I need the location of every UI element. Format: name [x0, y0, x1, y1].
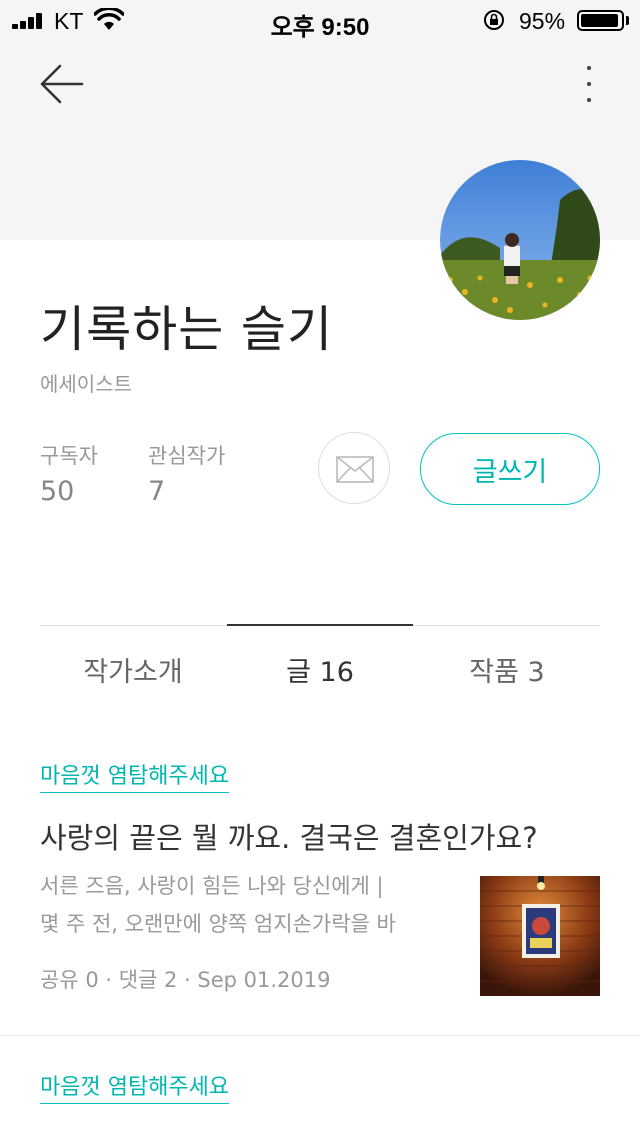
- subscribers-count: 50: [40, 476, 75, 507]
- write-button[interactable]: 글쓰기: [420, 433, 600, 505]
- article-excerpt-line-1: 서른 즈음, 사랑이 힘든 나와 당신에게 |: [40, 874, 384, 898]
- more-menu-icon[interactable]: [574, 60, 604, 108]
- tab-author-intro[interactable]: 작가소개: [40, 650, 226, 689]
- following-count: 7: [148, 476, 166, 507]
- article-title[interactable]: 사랑의 끝은 뭘 까요. 결국은 결혼인가요?: [40, 815, 538, 857]
- author-name: 기록하는 슬기: [40, 301, 334, 358]
- article-thumbnail[interactable]: [480, 876, 600, 996]
- message-button[interactable]: [318, 432, 390, 504]
- avatar[interactable]: [440, 160, 600, 320]
- subscribers-label: 구독자: [40, 444, 98, 468]
- article-excerpt-line-2: 몇 주 전, 오랜만에 양쪽 엄지손가락을 바: [40, 912, 396, 936]
- back-arrow-icon[interactable]: [36, 62, 88, 106]
- following-stat[interactable]: 관심작가 7: [148, 440, 225, 507]
- author-role: 에세이스트: [40, 372, 132, 396]
- battery-icon: [577, 10, 624, 31]
- active-tab-indicator: [227, 624, 413, 626]
- battery-level: [581, 14, 618, 27]
- battery-percent: 95%: [519, 8, 566, 34]
- battery-tip: [626, 16, 629, 25]
- thumbnail-image: [480, 876, 600, 996]
- article-magazine-tag[interactable]: 마음껏 염탐해주세요: [40, 758, 230, 793]
- article-magazine-tag[interactable]: 마음껏 염탐해주세요: [40, 1069, 230, 1104]
- article-meta: 공유 0 · 댓글 2 · Sep 01.2019: [40, 968, 331, 992]
- tab-works[interactable]: 작품 3: [414, 650, 600, 689]
- article-divider: [0, 1035, 640, 1036]
- rotation-lock-icon: [484, 10, 504, 30]
- mail-icon: [336, 456, 374, 483]
- subscribers-stat[interactable]: 구독자 50: [40, 440, 98, 507]
- avatar-photo: [440, 160, 600, 320]
- following-label: 관심작가: [148, 444, 226, 468]
- tab-posts[interactable]: 글 16: [227, 650, 413, 689]
- status-bar: KT 오후 9:50 95%: [0, 0, 640, 41]
